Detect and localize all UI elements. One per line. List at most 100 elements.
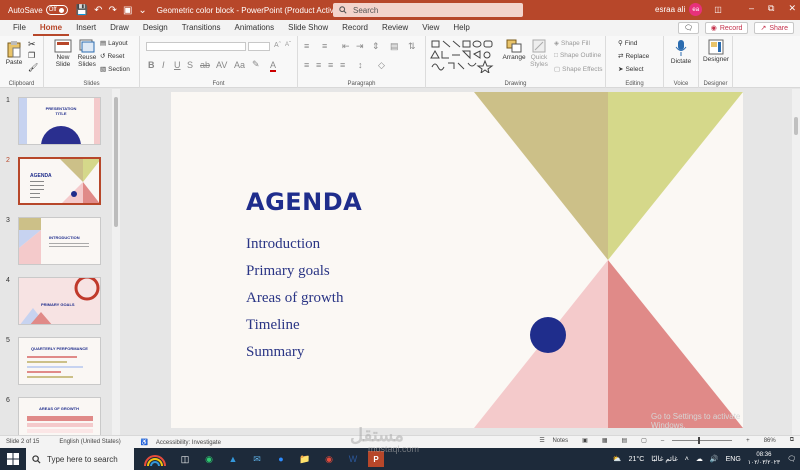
slide-thumbnail[interactable]: AREAS OF GROWTH <box>18 397 101 435</box>
align-text-icon[interactable]: ↕ <box>358 60 363 70</box>
reset-button[interactable]: ↺ Reset <box>100 52 124 61</box>
ribbon-display-icon[interactable]: ◫ <box>714 5 722 14</box>
scroll-thumb[interactable] <box>794 117 798 135</box>
slide-thumbnail[interactable]: PRESENTATION TITLE <box>18 97 101 145</box>
font-family-combo[interactable] <box>146 42 246 51</box>
tab-help[interactable]: Help <box>446 20 476 36</box>
editor-scrollbar[interactable] <box>792 89 800 435</box>
tab-view[interactable]: View <box>415 20 446 36</box>
grow-font-icon[interactable]: Aˆ <box>274 42 281 49</box>
smartart-icon[interactable]: ◇ <box>378 60 385 71</box>
scroll-thumb[interactable] <box>114 97 118 227</box>
tab-insert[interactable]: Insert <box>69 20 103 36</box>
zoom-app-icon[interactable]: ● <box>272 448 290 470</box>
zoom-slider[interactable] <box>672 437 733 444</box>
comments-button[interactable]: 🗨 <box>677 22 699 34</box>
search-box[interactable]: Search <box>333 3 523 17</box>
layout-button[interactable]: ▤ Layout <box>100 39 128 48</box>
rainbow-widget-icon[interactable] <box>140 448 170 470</box>
normal-view-icon[interactable]: ▣ <box>582 437 588 444</box>
char-spacing-icon[interactable]: AV <box>216 60 227 70</box>
language-indicator[interactable]: English (United States) <box>59 439 120 445</box>
italic-icon[interactable]: I <box>162 60 165 70</box>
system-clock[interactable]: 08:36 ١٠٢/٠٣/٢٠٢٣ <box>748 451 780 467</box>
tab-design[interactable]: Design <box>136 20 175 36</box>
copy-icon[interactable]: ❐ <box>28 51 35 60</box>
weather-temp[interactable]: 21°C <box>629 456 645 463</box>
minimize-icon[interactable]: – <box>749 3 754 14</box>
reading-view-icon[interactable]: ▤ <box>621 437 627 444</box>
arrange-button[interactable]: Arrange <box>502 39 526 61</box>
autosave-control[interactable]: AutoSave Off <box>8 5 68 15</box>
underline-icon[interactable]: U <box>174 60 181 70</box>
input-language[interactable]: ENG <box>726 456 741 463</box>
strikethrough-icon[interactable]: ab <box>200 60 210 70</box>
mail-icon[interactable]: ✉ <box>248 448 266 470</box>
record-button[interactable]: ◉ Record <box>704 22 749 34</box>
close-icon[interactable]: ✕ <box>788 3 796 14</box>
fit-slide-icon[interactable]: ⧉ <box>790 437 794 444</box>
share-button[interactable]: ↗ Share <box>754 22 794 34</box>
slide-thumbnail[interactable]: INTRODUCTION <box>18 217 101 265</box>
agenda-item[interactable]: Timeline <box>246 317 300 334</box>
photos-icon[interactable]: ▲ <box>224 448 242 470</box>
text-direction-icon[interactable]: ⇅ <box>408 41 416 52</box>
font-color-icon[interactable]: A <box>270 60 277 72</box>
agenda-item[interactable]: Summary <box>246 344 304 361</box>
undo-icon[interactable]: ↶ <box>94 5 102 16</box>
zoom-level[interactable]: 86% <box>764 438 776 444</box>
file-explorer-icon[interactable]: 📁 <box>296 448 314 470</box>
format-painter-icon[interactable]: 🖌 <box>28 63 38 72</box>
tray-overflow-icon[interactable]: ˄ <box>685 456 689 463</box>
tab-file[interactable]: File <box>6 20 33 36</box>
decrease-indent-icon[interactable]: ⇤ <box>342 41 350 52</box>
agenda-item[interactable]: Introduction <box>246 236 320 253</box>
word-icon[interactable]: W <box>344 448 362 470</box>
highlight-icon[interactable]: ✎ <box>252 59 260 70</box>
restore-icon[interactable]: ⧉ <box>768 3 774 14</box>
designer-button[interactable]: Designer <box>701 39 731 63</box>
bullets-icon[interactable]: ≡ <box>304 41 309 51</box>
customize-qat-icon[interactable]: ⌄ <box>138 5 146 16</box>
justify-icon[interactable]: ≡ <box>340 60 345 70</box>
slide-thumbnail[interactable]: QUARTERLY PERFORMANCE <box>18 337 101 385</box>
columns-icon[interactable]: ▤ <box>390 41 399 52</box>
redo-icon[interactable]: ↷ <box>109 5 117 16</box>
agenda-item[interactable]: Areas of growth <box>246 290 343 307</box>
tab-review[interactable]: Review <box>375 20 415 36</box>
shadow-icon[interactable]: S <box>187 60 193 70</box>
align-right-icon[interactable]: ≡ <box>328 60 333 70</box>
zoom-out-icon[interactable]: – <box>661 438 664 444</box>
edge-icon[interactable]: ◉ <box>200 448 218 470</box>
numbering-icon[interactable]: ≡ <box>322 41 327 51</box>
font-size-combo[interactable] <box>248 42 270 51</box>
start-button[interactable] <box>0 448 26 470</box>
paste-button[interactable]: Paste <box>4 40 24 66</box>
volume-icon[interactable]: 🔊 <box>710 455 719 463</box>
tab-home[interactable]: Home <box>32 20 70 36</box>
shrink-font-icon[interactable]: Aˇ <box>285 42 291 48</box>
reuse-slides-button[interactable]: Reuse Slides <box>76 39 98 68</box>
present-icon[interactable]: ▣ <box>123 5 132 16</box>
chrome-icon[interactable]: ◉ <box>320 448 338 470</box>
shape-effects-button[interactable]: ▢ Shape Effects <box>554 65 603 74</box>
slide-sorter-icon[interactable]: ▦ <box>602 437 608 444</box>
new-slide-button[interactable]: New Slide <box>50 39 76 68</box>
notifications-icon[interactable]: 🗨 <box>787 455 796 463</box>
weather-icon[interactable]: ⛅ <box>613 455 622 463</box>
save-icon[interactable]: 💾 <box>76 5 88 16</box>
tab-record[interactable]: Record <box>335 20 375 36</box>
notes-button[interactable]: ☰ Notes <box>533 437 568 444</box>
task-view-icon[interactable]: ◫ <box>176 448 194 470</box>
slide-thumbnail-active[interactable]: AGENDA <box>18 157 101 205</box>
tab-draw[interactable]: Draw <box>103 20 136 36</box>
section-button[interactable]: ▧ Section <box>100 65 130 74</box>
slideshow-view-icon[interactable]: ▢ <box>641 437 647 444</box>
align-left-icon[interactable]: ≡ <box>304 60 309 70</box>
slide-canvas[interactable]: AGENDA Introduction Primary goals Areas … <box>171 92 743 428</box>
zoom-knob[interactable] <box>698 437 701 444</box>
slide-thumbnail[interactable]: PRIMARY GOALS <box>18 277 101 325</box>
dictate-button[interactable]: Dictate <box>668 39 694 65</box>
quick-styles-button[interactable]: Quick Styles <box>527 39 551 68</box>
shape-fill-button[interactable]: ◈ Shape Fill <box>554 39 590 48</box>
